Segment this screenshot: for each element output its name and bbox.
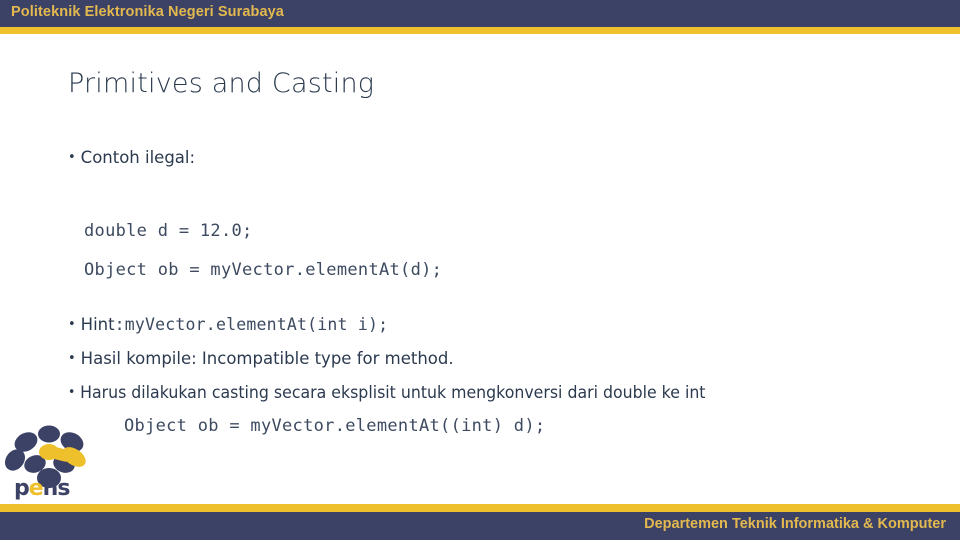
- bullet-dot-icon: •: [68, 385, 76, 400]
- header-accent-stripe: [0, 27, 960, 34]
- department-title: Departemen Teknik Informatika & Komputer: [644, 516, 946, 532]
- bullet-hint: • Hint:myVector.elementAt(int i);: [68, 315, 389, 334]
- bullet-contoh-ilegal-text: Contoh ilegal:: [80, 148, 196, 167]
- bullet-dot-icon: •: [68, 317, 76, 332]
- bullet-hint-label: Hint: [80, 315, 115, 334]
- bullet-hasil-kompile: • Hasil kompile: Incompatible type for me…: [68, 349, 454, 368]
- bullet-dot-icon: •: [68, 351, 76, 366]
- bullet-harus-casting-text: Harus dilakukan casting secara eksplisit…: [80, 383, 706, 402]
- bullet-hint-separator: :: [114, 315, 125, 334]
- bullet-dot-icon: •: [68, 150, 76, 165]
- footer-accent-stripe: [0, 504, 960, 512]
- pens-wordmark-e: e: [28, 476, 44, 501]
- pens-wordmark-p: p: [14, 476, 30, 501]
- presentation-slide: Politeknik Elektronika Negeri Surabaya P…: [0, 0, 960, 540]
- code-block-illegal-example: double d = 12.0; Object ob = myVector.el…: [84, 221, 443, 281]
- code-line-casting-solution: Object ob = myVector.elementAt((int) d);: [124, 416, 546, 436]
- bullet-contoh-ilegal: • Contoh ilegal:: [68, 148, 196, 167]
- bullet-hasil-kompile-text: Hasil kompile: Incompatible type for met…: [80, 349, 454, 368]
- bullet-harus-casting: • Harus dilakukan casting secara eksplisi…: [68, 383, 706, 402]
- pens-wordmark-ns: ns: [42, 476, 71, 501]
- pens-wordmark: pens: [14, 476, 71, 501]
- bullet-hint-code: myVector.elementAt(int i);: [124, 315, 389, 334]
- slide-title: Primitives and Casting: [68, 68, 375, 99]
- institution-title: Politeknik Elektronika Negeri Surabaya: [11, 4, 284, 20]
